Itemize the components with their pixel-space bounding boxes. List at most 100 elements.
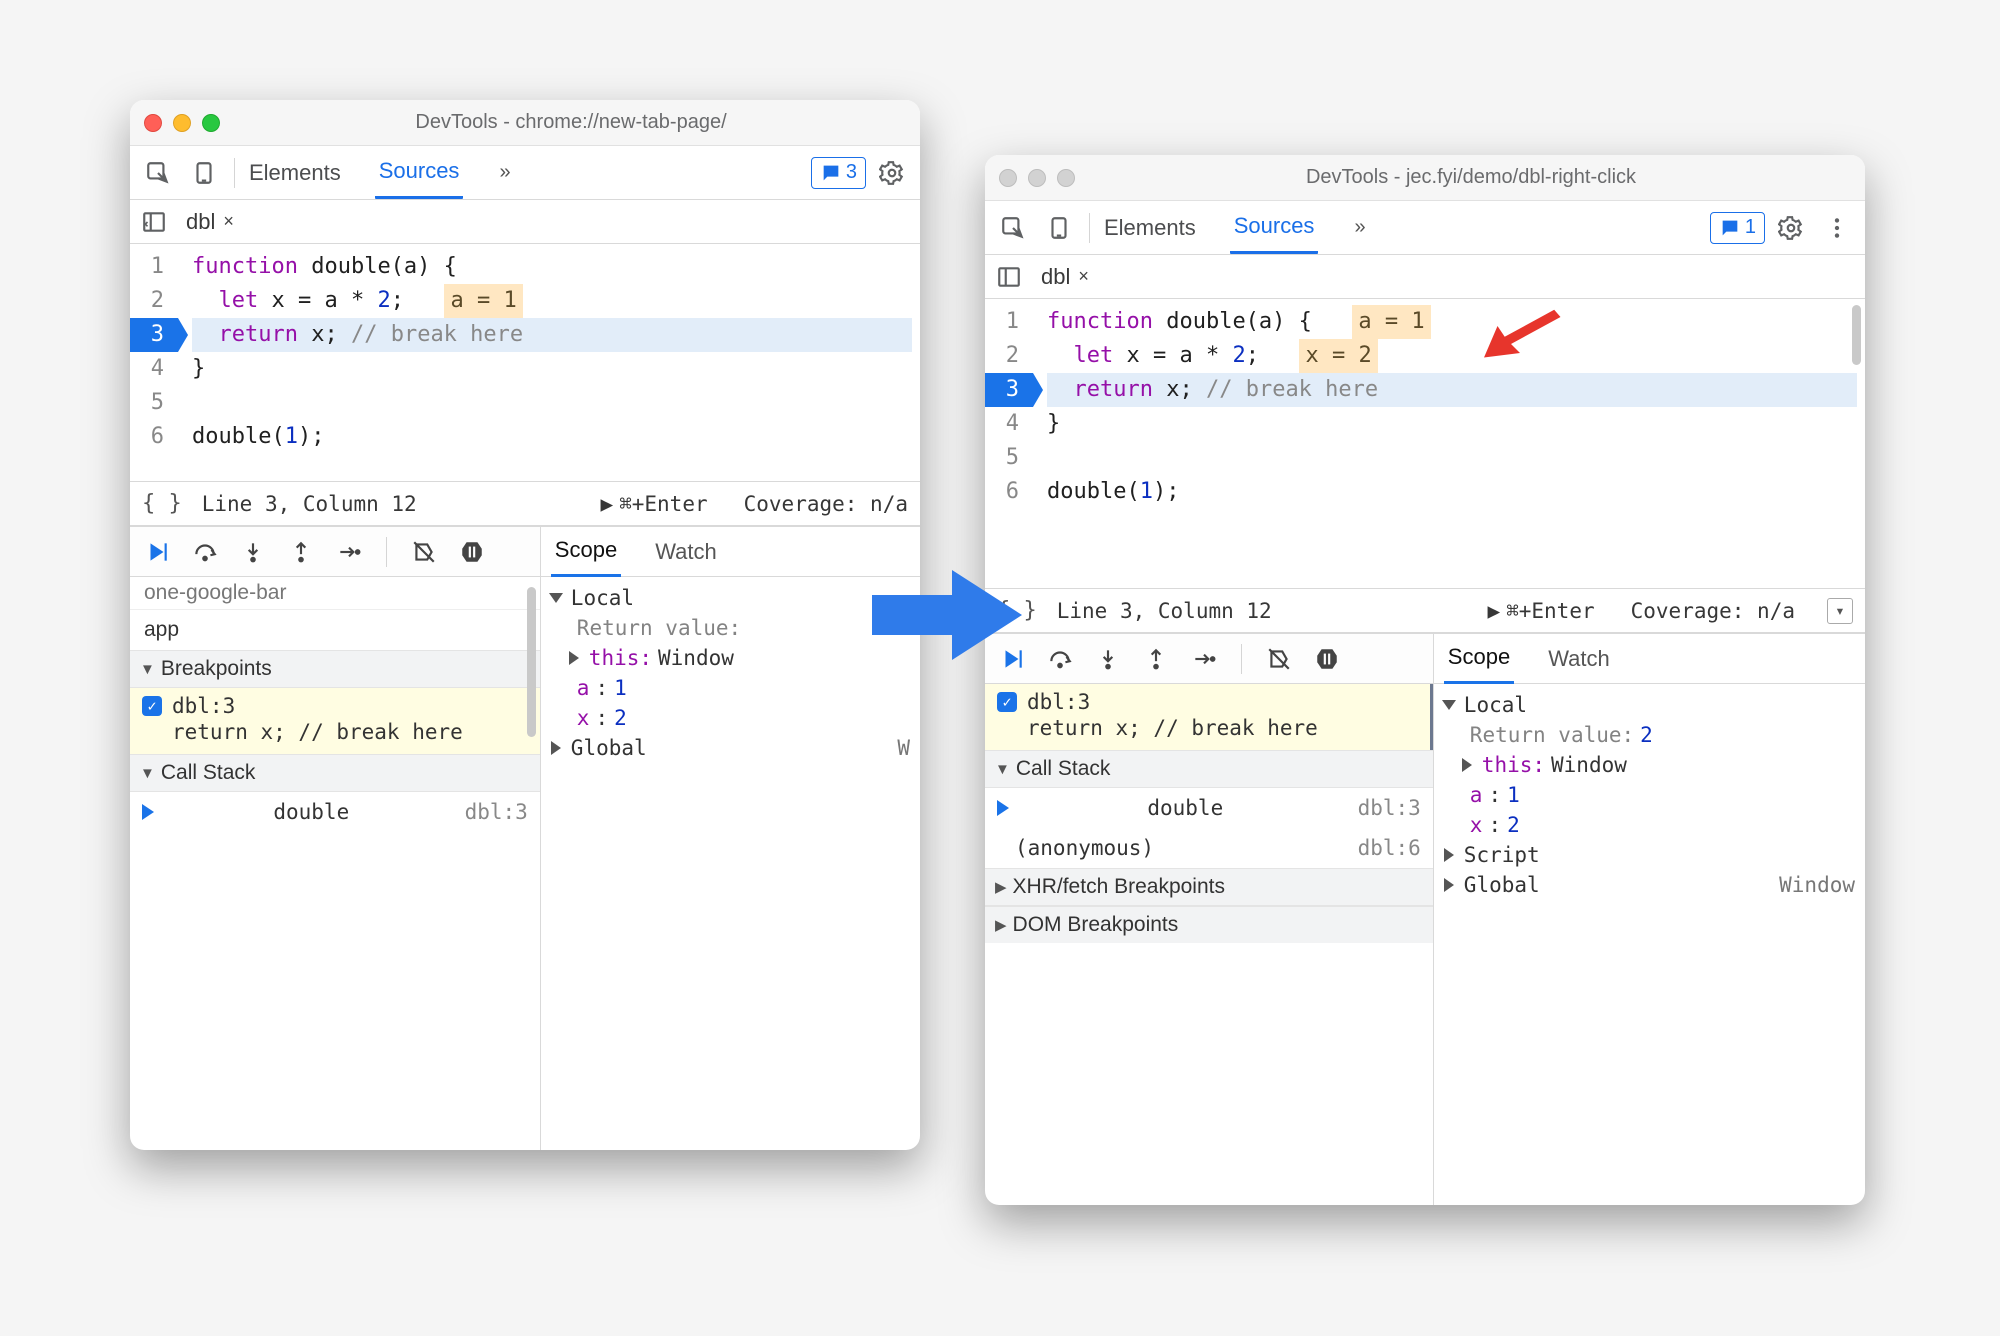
main-toolbar: Elements Sources » 3 (130, 146, 920, 200)
file-tab-dbl[interactable]: dbl × (180, 203, 240, 241)
file-tab-dbl[interactable]: dbl × (1035, 258, 1095, 296)
step-into-icon[interactable] (1093, 644, 1123, 674)
minimize-icon[interactable] (1028, 169, 1046, 187)
settings-icon[interactable] (872, 153, 912, 193)
stack-frame[interactable]: double dbl:3 (130, 792, 540, 832)
close-tab-icon[interactable]: × (1078, 266, 1089, 287)
close-tab-icon[interactable]: × (223, 211, 234, 232)
tab-scope[interactable]: Scope (1444, 633, 1514, 684)
resume-icon[interactable] (142, 537, 172, 567)
kebab-icon[interactable] (1817, 208, 1857, 248)
scrollbar[interactable] (527, 587, 536, 737)
navigator-icon[interactable] (138, 202, 170, 242)
device-icon[interactable] (184, 153, 224, 193)
pretty-print-icon[interactable]: { } (142, 491, 182, 516)
step-icon[interactable] (1189, 644, 1219, 674)
callstack-section[interactable]: ▼Call Stack (985, 750, 1433, 788)
breakpoint-entry[interactable]: ✓dbl:3 return x; // break here (130, 688, 540, 754)
coverage-label: Coverage: n/a (1631, 599, 1795, 623)
deactivate-breakpoints-icon[interactable] (409, 537, 439, 567)
deactivate-breakpoints-icon[interactable] (1264, 644, 1294, 674)
window-controls (999, 169, 1075, 187)
inspect-icon[interactable] (993, 208, 1033, 248)
debugger-right-pane: Scope Watch Local Return value: this: Wi… (541, 527, 920, 1150)
settings-icon[interactable] (1771, 208, 1811, 248)
breakpoint-entry[interactable]: ✓dbl:3 return x; // break here (985, 684, 1433, 750)
tab-sources[interactable]: Sources (1230, 201, 1319, 254)
line-gutter[interactable]: 1 2 3 4 5 6 (985, 299, 1039, 588)
debugger-right-pane: Scope Watch Local Return value: 2 this: … (1434, 634, 1865, 1205)
device-icon[interactable] (1039, 208, 1079, 248)
tab-scope[interactable]: Scope (551, 526, 621, 577)
window-controls (144, 114, 220, 132)
step-icon[interactable] (334, 537, 364, 567)
clipped-row[interactable]: one-google-bar (130, 577, 540, 610)
cursor-position: Line 3, Column 12 (1057, 599, 1272, 623)
scope-tree[interactable]: Local Return value: this: Window a: 1 x:… (541, 577, 920, 769)
panel-tabs: Elements Sources » (1100, 201, 1372, 254)
navigator-icon[interactable] (993, 257, 1025, 297)
dom-breakpoints-section[interactable]: ▶DOM Breakpoints (985, 906, 1433, 943)
run-hint: ⌘+Enter (619, 492, 708, 516)
titlebar: DevTools - jec.fyi/demo/dbl-right-click (985, 155, 1865, 201)
breakpoint-marker[interactable]: 3 (130, 318, 178, 352)
issues-count: 3 (846, 161, 857, 184)
annotation-blue-arrow-icon (872, 560, 1022, 670)
line-gutter[interactable]: 1 2 3 4 5 6 (130, 244, 184, 481)
code-body[interactable]: function double(a) { let x = a * 2; a = … (184, 244, 920, 481)
maximize-icon[interactable] (1057, 169, 1075, 187)
stack-frame[interactable]: (anonymous) dbl:6 (985, 828, 1433, 868)
close-icon[interactable] (144, 114, 162, 132)
separator (234, 158, 235, 188)
step-into-icon[interactable] (238, 537, 268, 567)
step-over-icon[interactable] (190, 537, 220, 567)
more-tabs-icon[interactable]: » (493, 161, 516, 184)
run-icon[interactable]: ▶ (1487, 599, 1500, 623)
tab-sources[interactable]: Sources (375, 146, 464, 199)
debugger-left-pane: ✓dbl:3 return x; // break here ▼Call Sta… (985, 634, 1434, 1205)
scrollbar[interactable] (1852, 305, 1861, 365)
pause-exceptions-icon[interactable] (1312, 644, 1342, 674)
xhr-breakpoints-section[interactable]: ▶XHR/fetch Breakpoints (985, 868, 1433, 906)
tab-watch[interactable]: Watch (651, 528, 721, 576)
code-body[interactable]: function double(a) { a = 1 let x = a * 2… (1039, 299, 1865, 588)
scope-watch-tabs: Scope Watch (1434, 634, 1865, 684)
scope-tree[interactable]: Local Return value: 2 this: Window a: 1 … (1434, 684, 1865, 906)
editor-statusbar: { } Line 3, Column 12 ▶ ⌘+Enter Coverage… (130, 482, 920, 526)
minimize-icon[interactable] (173, 114, 191, 132)
scope-watch-tabs: Scope Watch (541, 527, 920, 577)
sources-tabstrip: dbl × (985, 255, 1865, 299)
checkbox-icon[interactable]: ✓ (142, 696, 162, 716)
annotation-red-arrow-icon (1475, 305, 1565, 365)
issues-badge[interactable]: 3 (811, 157, 866, 189)
issues-badge[interactable]: 1 (1710, 212, 1765, 244)
coverage-label: Coverage: n/a (744, 492, 908, 516)
more-tabs-icon[interactable]: » (1348, 216, 1371, 239)
stack-frame[interactable]: double dbl:3 (985, 788, 1433, 828)
tab-elements[interactable]: Elements (245, 148, 345, 198)
run-icon[interactable]: ▶ (600, 492, 613, 516)
debugger-toolbar (985, 634, 1433, 684)
pause-exceptions-icon[interactable] (457, 537, 487, 567)
step-over-icon[interactable] (1045, 644, 1075, 674)
step-out-icon[interactable] (1141, 644, 1171, 674)
titlebar: DevTools - chrome://new-tab-page/ (130, 100, 920, 146)
window-title: DevTools - jec.fyi/demo/dbl-right-click (1091, 166, 1851, 189)
maximize-icon[interactable] (202, 114, 220, 132)
inspect-icon[interactable] (138, 153, 178, 193)
step-out-icon[interactable] (286, 537, 316, 567)
inline-value: a = 1 (1352, 305, 1430, 339)
callstack-section[interactable]: ▼Call Stack (130, 754, 540, 792)
tab-watch[interactable]: Watch (1544, 635, 1614, 683)
tab-elements[interactable]: Elements (1100, 203, 1200, 253)
sidebar-item-app[interactable]: app (130, 610, 540, 650)
breakpoints-section[interactable]: ▼Breakpoints (130, 650, 540, 688)
code-editor[interactable]: 1 2 3 4 5 6 function double(a) { a = 1 l… (985, 299, 1865, 589)
code-editor[interactable]: 1 2 3 4 5 6 function double(a) { let x =… (130, 244, 920, 482)
checkbox-icon[interactable]: ✓ (997, 692, 1017, 712)
breakpoint-marker[interactable]: 3 (985, 373, 1033, 407)
panel-toggle-icon[interactable]: ▾ (1827, 598, 1853, 624)
issues-count: 1 (1745, 216, 1756, 239)
panel-tabs: Elements Sources » (245, 146, 517, 199)
close-icon[interactable] (999, 169, 1017, 187)
